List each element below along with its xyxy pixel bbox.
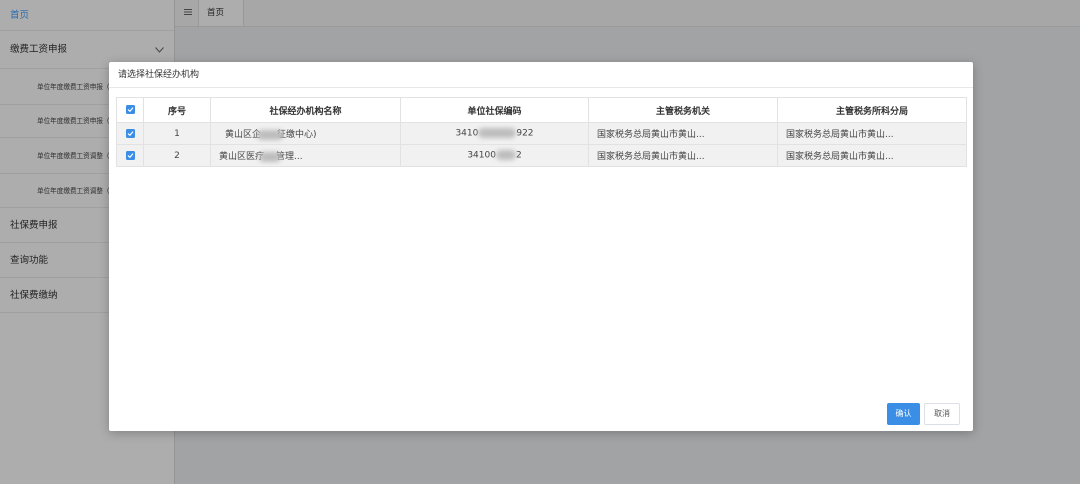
agency-name-cell: 黄山区企 征缴中心) (210, 122, 401, 145)
unit-code-start: 3410 (455, 128, 479, 139)
unit-code-start: 34100 (467, 150, 496, 161)
column-header-tax-authority: 主管税务机关 (588, 97, 778, 123)
agency-name-start: 黄山区医疗 (219, 152, 265, 162)
select-all-cell (116, 97, 144, 123)
unit-code-end: 922 (516, 128, 534, 139)
column-header-agency-name: 社保经办机构名称 (210, 97, 401, 123)
row-index: 2 (143, 144, 211, 167)
table-header-row: 序号 社保经办机构名称 单位社保编码 主管税务机关 主管税务所科分局 (116, 97, 967, 123)
row-checkbox-cell (116, 122, 144, 145)
table-row[interactable]: 1 黄山区企 征缴中心) 3410 922 国家税务总局黄山市黄山... 国家税务总… (116, 122, 967, 145)
checkmark-icon (127, 107, 133, 113)
tax-authority-cell: 国家税务总局黄山市黄山... (588, 122, 778, 145)
redacted-blur (478, 128, 517, 139)
agency-table: 序号 社保经办机构名称 单位社保编码 主管税务机关 主管税务所科分局 1 黄山区… (116, 97, 967, 167)
redacted-blur (259, 151, 282, 162)
dialog-title: 请选择社保经办机构 (109, 62, 973, 88)
select-agency-dialog: 请选择社保经办机构 序号 社保经办机构名称 单位社保编码 主管税务机关 主管税务… (109, 62, 973, 431)
tax-bureau-cell: 国家税务总局黄山市黄山... (777, 122, 967, 145)
redacted-blur (495, 150, 516, 161)
row-checkbox[interactable] (125, 150, 135, 160)
column-header-unit-code: 单位社保编码 (400, 97, 589, 123)
column-header-tax-bureau: 主管税务所科分局 (777, 97, 967, 123)
checkmark-icon (127, 152, 133, 158)
cancel-button[interactable]: 取消 (924, 403, 960, 425)
agency-name-cell: 黄山区医疗 管理... (210, 144, 401, 167)
unit-code-end: 2 (515, 150, 522, 161)
confirm-button[interactable]: 确认 (887, 403, 920, 425)
row-index: 1 (143, 122, 211, 145)
unit-code-cell: 34100 2 (400, 144, 589, 167)
agency-name-start: 黄山区企 (225, 130, 262, 140)
tax-authority-cell: 国家税务总局黄山市黄山... (588, 144, 778, 167)
tax-bureau-cell: 国家税务总局黄山市黄山... (777, 144, 967, 167)
row-checkbox-cell (116, 144, 144, 167)
unit-code-cell: 3410 922 (400, 122, 589, 145)
row-checkbox[interactable] (125, 128, 135, 138)
table-row[interactable]: 2 黄山区医疗 管理... 34100 2 国家税务总局黄山市黄山... 国家税务总… (116, 144, 967, 167)
redacted-blur (257, 129, 284, 140)
select-all-checkbox[interactable] (125, 105, 135, 114)
column-header-index: 序号 (143, 97, 211, 123)
checkmark-icon (127, 130, 133, 136)
